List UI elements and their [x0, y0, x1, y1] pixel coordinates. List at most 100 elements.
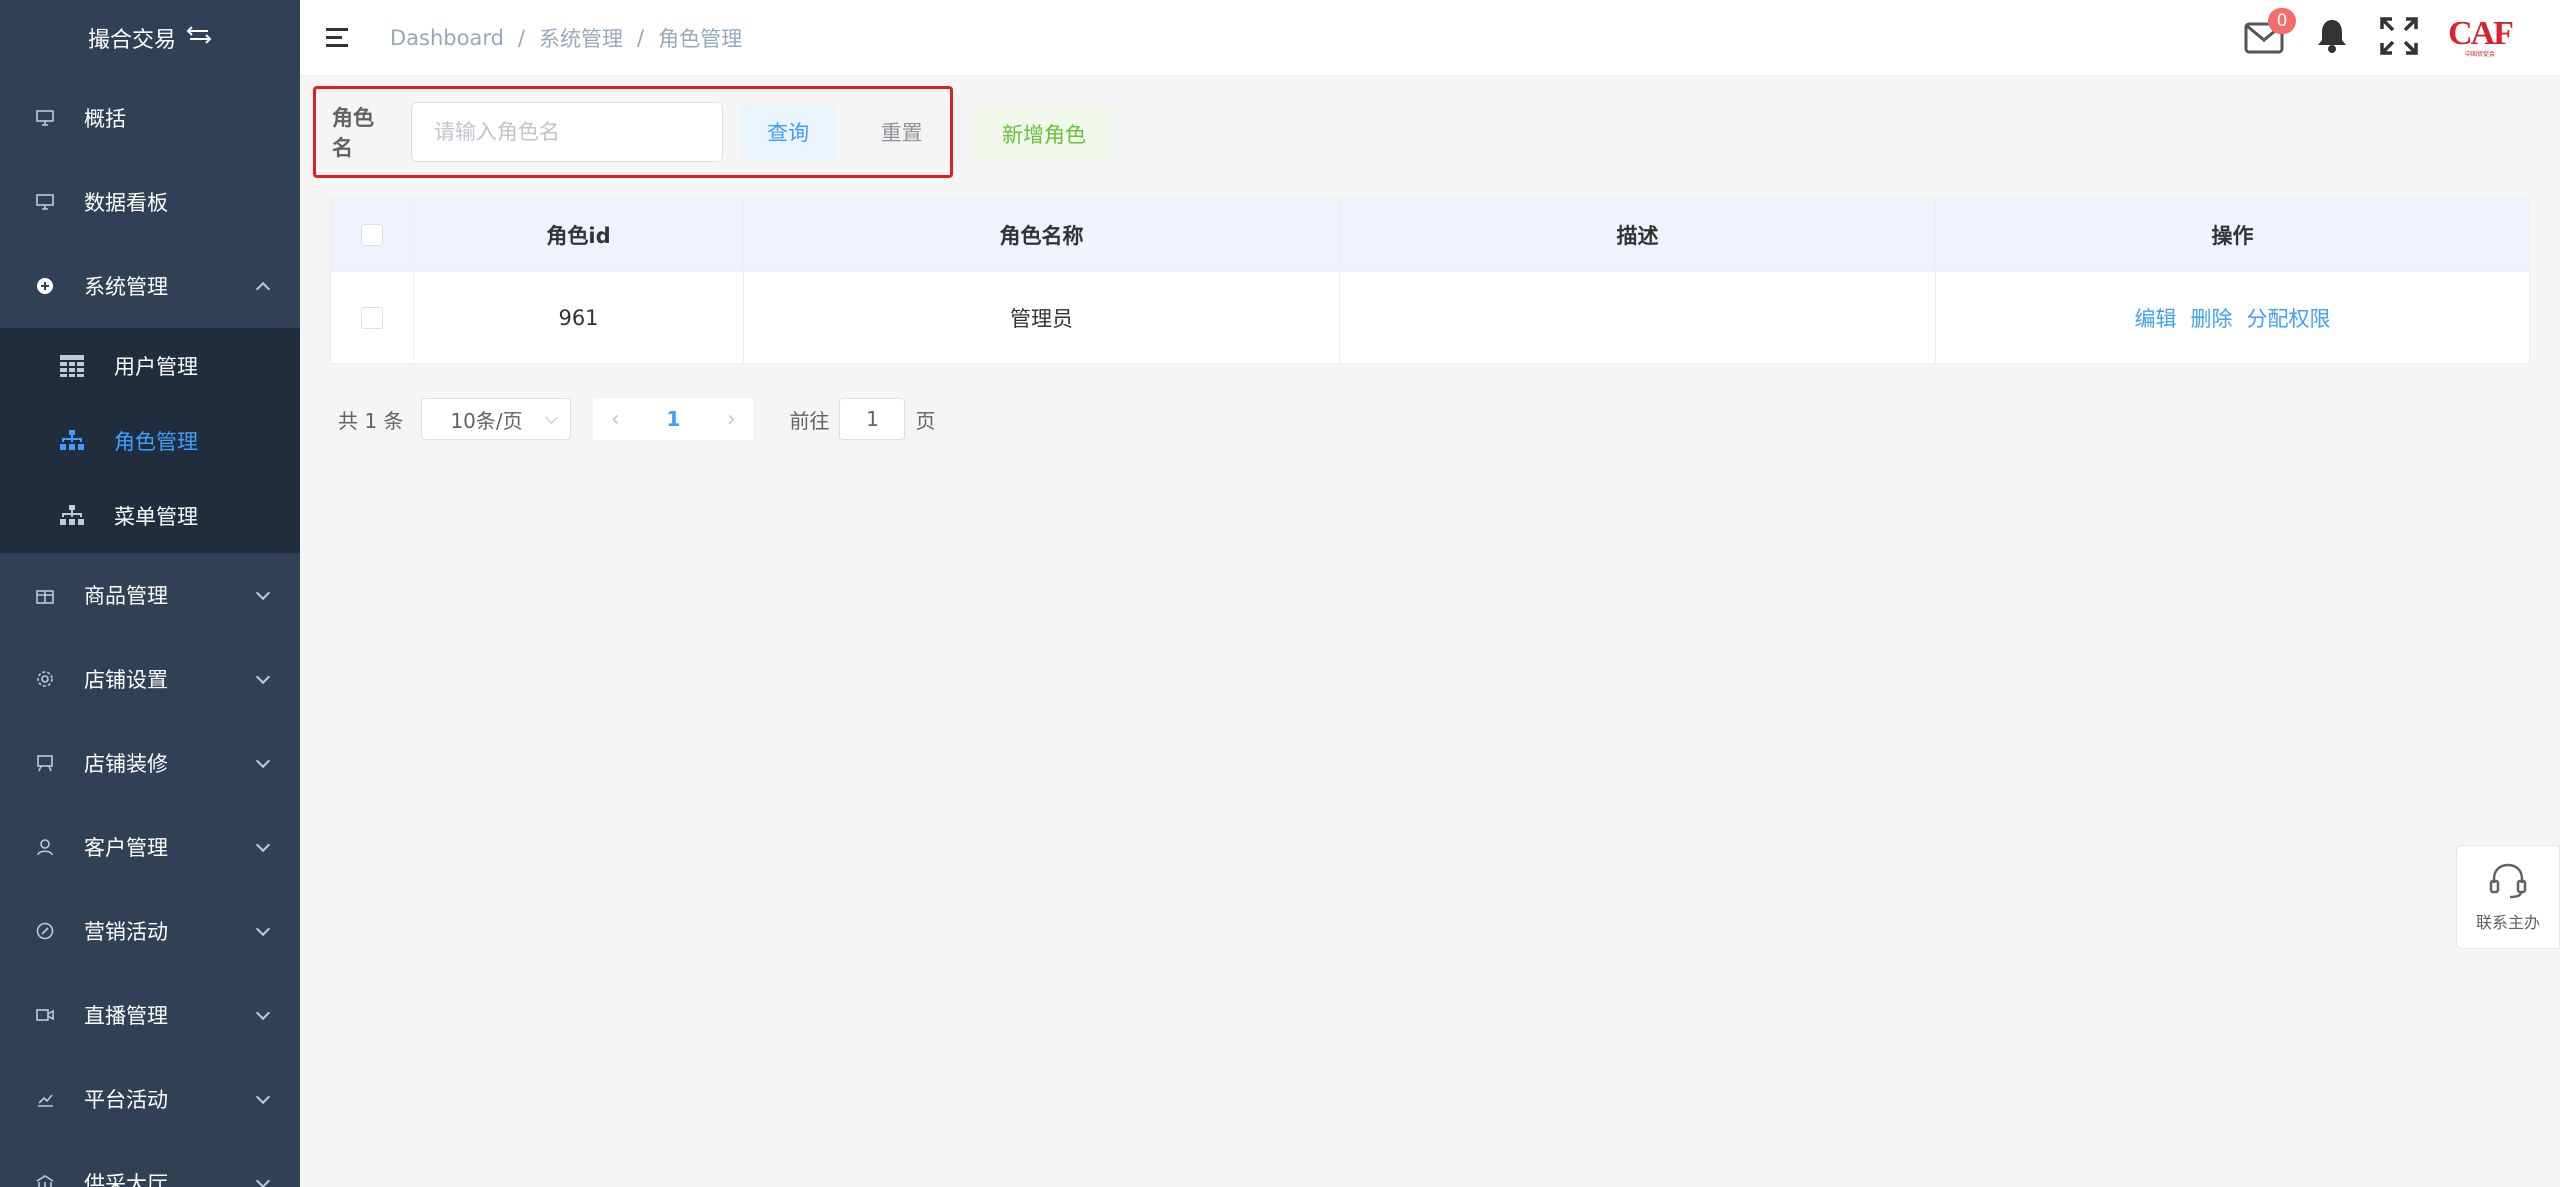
- prev-page-icon[interactable]: ‹: [593, 398, 637, 440]
- video-camera-icon: [34, 1004, 56, 1026]
- sidebar-item-label: 平台活动: [84, 1088, 168, 1112]
- total-count: 共 1 条: [338, 408, 404, 433]
- org-tree-icon: [60, 504, 84, 528]
- chart-line-icon: [34, 1088, 56, 1110]
- monitor-icon: [34, 191, 56, 213]
- sidebar-item-label: 直播管理: [84, 1004, 168, 1028]
- edit-link[interactable]: 编辑: [2135, 303, 2177, 333]
- bell-icon[interactable]: [2316, 18, 2348, 58]
- breadcrumb-item-dashboard[interactable]: Dashboard: [390, 26, 504, 50]
- logo-subtext: 中国贸促会: [2464, 51, 2495, 58]
- page-suffix: 页: [915, 408, 936, 433]
- add-role-button[interactable]: 新增角色: [972, 106, 1116, 162]
- table-row: 961 管理员 编辑 删除 分配权限: [331, 271, 2529, 363]
- table-header: 角色id 角色名称 描述 操作: [331, 199, 2529, 271]
- brand-title: 撮合交易: [87, 28, 176, 53]
- search-form: 角色名 查询 重置: [313, 86, 953, 178]
- monitor-icon: [34, 107, 56, 129]
- sidebar-item-marketing[interactable]: 营销活动: [0, 889, 300, 973]
- sidebar-item-procurement[interactable]: 供采大厅: [0, 1141, 300, 1187]
- delete-link[interactable]: 删除: [2191, 303, 2233, 333]
- query-button[interactable]: 查询: [738, 104, 838, 160]
- chevron-down-icon: [255, 1089, 271, 1105]
- chevron-down-icon: [255, 585, 271, 601]
- sidebar-item-label: 角色管理: [114, 429, 198, 454]
- column-header: 角色id: [414, 199, 744, 271]
- breadcrumb-item-system[interactable]: 系统管理: [539, 23, 623, 53]
- sidebar-item-users[interactable]: 用户管理: [0, 328, 300, 403]
- page-size-value: 10条/页: [450, 408, 523, 433]
- sidebar-item-store-decor[interactable]: 店铺装修: [0, 721, 300, 805]
- breadcrumb-item-roles: 角色管理: [658, 26, 743, 51]
- breadcrumb: Dashboard / 系统管理 / 角色管理: [390, 23, 742, 53]
- chevron-down-icon: [545, 411, 559, 424]
- sidebar-item-roles[interactable]: 角色管理: [0, 403, 300, 478]
- sidebar-item-overview[interactable]: 概括: [0, 76, 300, 160]
- sidebar-item-system[interactable]: 系统管理: [0, 244, 300, 328]
- sidebar: 撮合交易 概括 数据看板 系统管理 用户管理 角色管理 菜单管理 商品管理 店铺…: [0, 0, 300, 1187]
- sidebar-item-label: 商品管理: [84, 584, 168, 608]
- actions-cell: 编辑 删除 分配权限: [1936, 272, 2529, 363]
- role-id-cell: 961: [414, 272, 744, 363]
- sidebar-item-menus[interactable]: 菜单管理: [0, 478, 300, 553]
- hamburger-icon[interactable]: [326, 27, 350, 48]
- column-header: 描述: [1340, 199, 1936, 271]
- sidebar-item-live[interactable]: 直播管理: [0, 973, 300, 1057]
- compass-icon: [34, 920, 56, 942]
- chevron-up-icon: [255, 281, 271, 297]
- sidebar-item-platform-activity[interactable]: 平台活动: [0, 1057, 300, 1141]
- org-tree-icon: [60, 429, 84, 453]
- fullscreen-icon[interactable]: [2380, 17, 2418, 59]
- assign-permissions-link[interactable]: 分配权限: [2247, 303, 2331, 333]
- sidebar-item-label: 供采大厅: [84, 1172, 168, 1187]
- mail-icon[interactable]: 0: [2244, 8, 2296, 54]
- sidebar-item-products[interactable]: 商品管理: [0, 553, 300, 637]
- logo-text: CAF: [2448, 15, 2514, 52]
- goto-page-input[interactable]: 1: [839, 398, 906, 440]
- mail-badge: 0: [2268, 8, 2296, 34]
- role-name-input[interactable]: [410, 102, 723, 162]
- row-checkbox[interactable]: [361, 306, 383, 329]
- hall-icon: [34, 1172, 56, 1187]
- column-header: 操作: [2211, 224, 2254, 248]
- caf-logo[interactable]: CAF 中国贸促会: [2448, 8, 2514, 68]
- header-checkbox-cell: [331, 199, 414, 271]
- role-desc-cell: [1340, 272, 1936, 363]
- sidebar-item-dashboard[interactable]: 数据看板: [0, 160, 300, 244]
- contact-organizer-button[interactable]: 联系主办: [2456, 845, 2560, 949]
- page-size-select[interactable]: 10条/页: [421, 398, 572, 440]
- breadcrumb-separator: /: [517, 25, 526, 50]
- role-name-cell: 管理员: [744, 272, 1340, 363]
- sidebar-item-label: 数据看板: [84, 191, 168, 215]
- breadcrumb-separator: /: [637, 25, 645, 50]
- sidebar-item-label: 店铺设置: [84, 668, 168, 692]
- goto-label: 前往: [789, 408, 830, 433]
- sidebar-item-customers[interactable]: 客户管理: [0, 805, 300, 889]
- sidebar-item-label: 用户管理: [114, 354, 198, 379]
- column-header: 角色名称: [744, 199, 1340, 271]
- system-submenu: 用户管理 角色管理 菜单管理: [0, 328, 300, 553]
- select-all-checkbox[interactable]: [361, 224, 383, 246]
- sidebar-item-store-settings[interactable]: 店铺设置: [0, 637, 300, 721]
- sidebar-item-label: 概括: [84, 107, 126, 131]
- pager: ‹ 1 ›: [593, 398, 754, 440]
- user-icon: [34, 836, 56, 858]
- top-header: Dashboard / 系统管理 / 角色管理 0 CAF 中国贸促会: [300, 0, 2560, 76]
- next-page-icon[interactable]: ›: [709, 398, 753, 440]
- gift-icon: [34, 584, 56, 606]
- chevron-down-icon: [255, 837, 271, 853]
- chevron-down-icon: [255, 1005, 271, 1021]
- headset-icon: [2488, 861, 2528, 903]
- chevron-down-icon: [255, 921, 271, 937]
- chevron-down-icon: [255, 753, 271, 769]
- reset-button[interactable]: 重置: [853, 104, 950, 160]
- row-checkbox-cell: [331, 272, 414, 363]
- sidebar-item-label: 菜单管理: [114, 504, 198, 529]
- role-name-label: 角色名: [332, 106, 374, 160]
- current-page[interactable]: 1: [637, 398, 709, 440]
- header-actions: 0 CAF 中国贸促会: [2244, 0, 2514, 76]
- chevron-down-icon: [255, 1173, 271, 1187]
- roles-table: 角色id 角色名称 描述 操作 961 管理员 编辑 删除 分配权限: [330, 198, 2530, 364]
- swap-icon[interactable]: [186, 24, 212, 52]
- brand[interactable]: 撮合交易: [0, 0, 300, 76]
